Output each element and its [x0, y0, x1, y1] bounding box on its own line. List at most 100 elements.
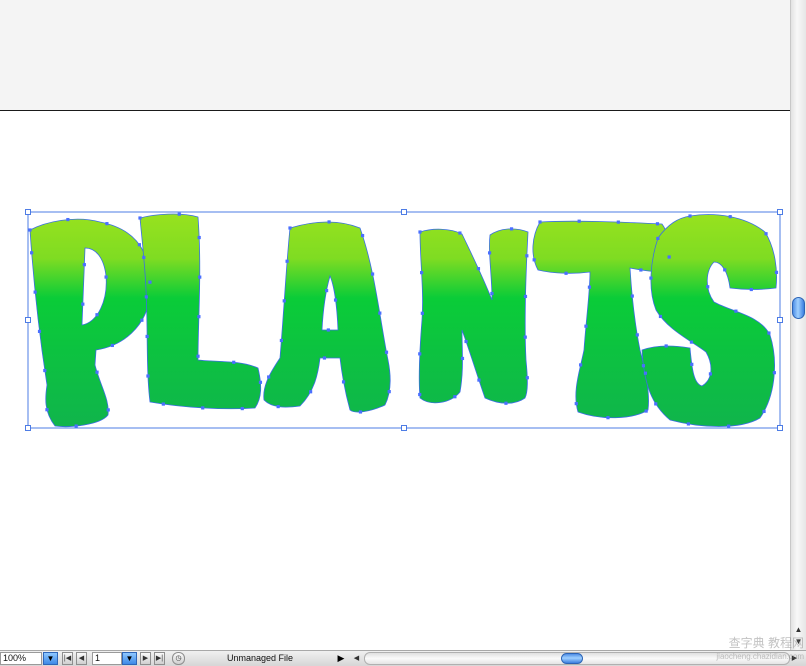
anchor-point[interactable] — [110, 343, 114, 348]
anchor-point[interactable] — [767, 331, 771, 335]
anchor-point[interactable] — [643, 371, 648, 375]
anchor-point[interactable] — [282, 299, 286, 303]
anchor-point[interactable] — [240, 406, 244, 411]
anchor-point[interactable] — [387, 390, 391, 394]
anchor-point[interactable] — [587, 285, 592, 289]
anchor-point[interactable] — [727, 424, 731, 428]
anchor-point[interactable] — [774, 270, 779, 274]
anchor-point[interactable] — [378, 311, 382, 315]
vertical-scrollbar[interactable]: ▲ ▼ — [790, 0, 806, 650]
anchor-point[interactable] — [762, 409, 766, 414]
anchor-point[interactable] — [33, 290, 37, 294]
chevron-down-icon[interactable]: ▼ — [43, 652, 58, 665]
scroll-up-arrow-icon[interactable]: ▲ — [791, 624, 806, 636]
anchor-point[interactable] — [458, 231, 462, 235]
selection-handle[interactable] — [25, 425, 31, 431]
anchor-point[interactable] — [655, 222, 660, 226]
anchor-point[interactable] — [664, 344, 668, 348]
anchor-point[interactable] — [641, 364, 646, 368]
first-page-icon[interactable]: |◀ — [62, 652, 73, 665]
anchor-point[interactable] — [616, 220, 620, 224]
selection-handle[interactable] — [25, 209, 31, 215]
scroll-down-arrow-icon[interactable]: ▼ — [791, 636, 806, 648]
anchor-point[interactable] — [606, 416, 610, 420]
chevron-down-icon[interactable]: ▼ — [122, 652, 137, 665]
anchor-point[interactable] — [525, 254, 529, 258]
anchor-point[interactable] — [420, 271, 424, 275]
anchor-point[interactable] — [148, 280, 152, 284]
artwork-canvas[interactable] — [0, 0, 790, 650]
anchor-point[interactable] — [477, 378, 481, 382]
anchor-point[interactable] — [45, 408, 49, 412]
anchor-point[interactable] — [144, 295, 148, 299]
anchor-point[interactable] — [201, 406, 205, 410]
letter-s[interactable] — [641, 214, 777, 427]
anchor-point[interactable] — [418, 352, 422, 356]
anchor-point[interactable] — [656, 236, 660, 241]
anchor-point[interactable] — [37, 329, 42, 333]
anchor-point[interactable] — [106, 408, 110, 412]
anchor-point[interactable] — [418, 392, 422, 397]
anchor-point[interactable] — [104, 275, 108, 279]
next-page-icon[interactable]: ▶ — [140, 652, 151, 665]
anchor-point[interactable] — [66, 217, 70, 222]
scroll-left-arrow-icon[interactable]: ◀ — [352, 651, 361, 666]
anchor-point[interactable] — [523, 335, 527, 339]
letter-l[interactable] — [139, 213, 262, 410]
status-menu-icon[interactable]: ◷ — [172, 652, 185, 665]
anchor-point[interactable] — [574, 402, 578, 406]
anchor-point[interactable] — [105, 222, 109, 226]
anchor-point[interactable] — [453, 395, 457, 399]
anchor-point[interactable] — [639, 268, 643, 272]
anchor-point[interactable] — [658, 314, 663, 319]
selection-handle[interactable] — [777, 317, 783, 323]
anchor-point[interactable] — [309, 390, 313, 394]
horizontal-scroll-thumb[interactable] — [561, 653, 583, 664]
anchor-point[interactable] — [564, 271, 568, 275]
anchor-point[interactable] — [635, 333, 639, 337]
zoom-level-field[interactable]: 100% — [0, 652, 42, 665]
anchor-point[interactable] — [772, 371, 776, 375]
selection-handle[interactable] — [401, 209, 407, 215]
anchor-point[interactable] — [667, 255, 671, 259]
anchor-point[interactable] — [579, 363, 583, 367]
anchor-point[interactable] — [654, 402, 658, 406]
anchor-point[interactable] — [689, 340, 694, 344]
anchor-point[interactable] — [341, 380, 346, 384]
anchor-point[interactable] — [358, 410, 363, 414]
anchor-point[interactable] — [198, 275, 202, 279]
anchor-point[interactable] — [464, 339, 468, 344]
vertical-scroll-thumb[interactable] — [792, 297, 805, 319]
anchor-point[interactable] — [326, 328, 330, 332]
anchor-point[interactable] — [523, 294, 528, 299]
horizontal-scrollbar[interactable] — [364, 652, 790, 665]
anchor-point[interactable] — [487, 251, 492, 255]
letter-n[interactable] — [418, 228, 529, 404]
anchor-point[interactable] — [490, 291, 494, 296]
anchor-point[interactable] — [276, 404, 280, 409]
anchor-point[interactable] — [686, 422, 690, 426]
selection-handle[interactable] — [25, 317, 31, 323]
anchor-point[interactable] — [525, 376, 529, 380]
anchor-point[interactable] — [418, 230, 422, 234]
anchor-point[interactable] — [137, 243, 141, 247]
anchor-point[interactable] — [649, 276, 653, 280]
triangle-right-icon[interactable]: ▶ — [336, 651, 346, 666]
anchor-point[interactable] — [333, 298, 338, 302]
anchor-point[interactable] — [196, 354, 200, 358]
anchor-point[interactable] — [764, 232, 768, 236]
anchor-point[interactable] — [728, 215, 732, 219]
anchor-point[interactable] — [142, 255, 146, 259]
anchor-point[interactable] — [708, 372, 713, 376]
page-number-field[interactable]: 1 — [92, 652, 122, 665]
anchor-point[interactable] — [706, 285, 710, 289]
anchor-point[interactable] — [258, 380, 263, 384]
anchor-point[interactable] — [82, 263, 86, 267]
anchor-point[interactable] — [197, 315, 201, 319]
anchor-point[interactable] — [140, 318, 144, 322]
anchor-point[interactable] — [509, 227, 514, 231]
anchor-point[interactable] — [74, 424, 78, 428]
anchor-point[interactable] — [460, 356, 465, 361]
anchor-point[interactable] — [360, 234, 365, 238]
anchor-point[interactable] — [749, 287, 753, 292]
